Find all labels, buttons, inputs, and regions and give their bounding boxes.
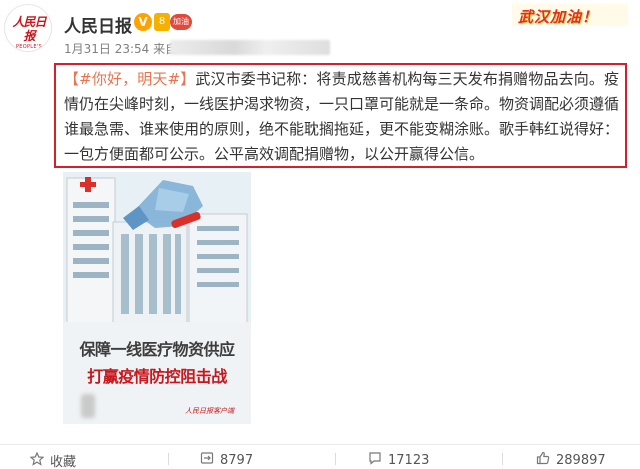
- action-bar: 收藏 8797 17123 289897: [0, 444, 640, 469]
- like-button[interactable]: 289897: [536, 451, 606, 469]
- heart-badge-icon: 加油: [170, 14, 192, 30]
- action-divider: [502, 453, 503, 465]
- repost-button[interactable]: 8797: [200, 451, 253, 469]
- level-badge-icon: 8: [154, 13, 170, 31]
- post-content: 【#你好，明天#】武汉市委书记称：将责成慈善机构每三天发布捐赠物品去向。疫情仍在…: [64, 67, 619, 167]
- star-icon: [29, 451, 45, 469]
- avatar-logo-text: 人民日报: [12, 15, 46, 43]
- v-verified-icon: V: [134, 13, 152, 31]
- post-image[interactable]: 保障一线医疗物资供应 打赢疫情防控阻击战 人民日报客户端: [63, 172, 251, 424]
- weibo-post: 人民日报 PEOPLE'S DAILY 人民日报 V 8 加油 1月31日 23…: [0, 0, 640, 469]
- poster-title-line2: 打赢疫情防控阻击战: [87, 367, 227, 386]
- blurred-source-region: [170, 40, 330, 55]
- comment-count: 17123: [388, 452, 430, 468]
- action-divider: [335, 453, 336, 465]
- comment-icon: [368, 451, 382, 469]
- hashtag-link[interactable]: 【#你好，明天#】: [64, 70, 195, 88]
- poster-title-line1: 保障一线医疗物资供应: [79, 340, 235, 359]
- post-timestamp[interactable]: 1月31日 23:54 来自: [64, 40, 177, 57]
- favorite-button[interactable]: 收藏: [29, 451, 77, 469]
- favorite-label: 收藏: [50, 455, 77, 469]
- comment-button[interactable]: 17123: [368, 451, 429, 469]
- repost-icon: [200, 451, 214, 469]
- thumbs-up-icon: [536, 451, 550, 469]
- highlighted-post-text: 【#你好，明天#】武汉市委书记称：将责成慈善机构每三天发布捐赠物品去向。疫情仍在…: [54, 63, 627, 168]
- avatar-sub-text: PEOPLE'S DAILY: [15, 44, 43, 50]
- poster-blurred-mark: [81, 394, 95, 418]
- promo-stamp: 武汉加油！: [512, 4, 628, 26]
- poster-footer-logo: 人民日报客户端: [185, 407, 234, 415]
- action-divider: [168, 453, 169, 465]
- avatar[interactable]: 人民日报 PEOPLE'S DAILY: [4, 4, 52, 52]
- repost-count: 8797: [220, 452, 254, 468]
- like-count: 289897: [556, 452, 606, 468]
- account-name[interactable]: 人民日报: [64, 12, 132, 37]
- promo-stamp-text: 武汉加油！: [518, 8, 599, 26]
